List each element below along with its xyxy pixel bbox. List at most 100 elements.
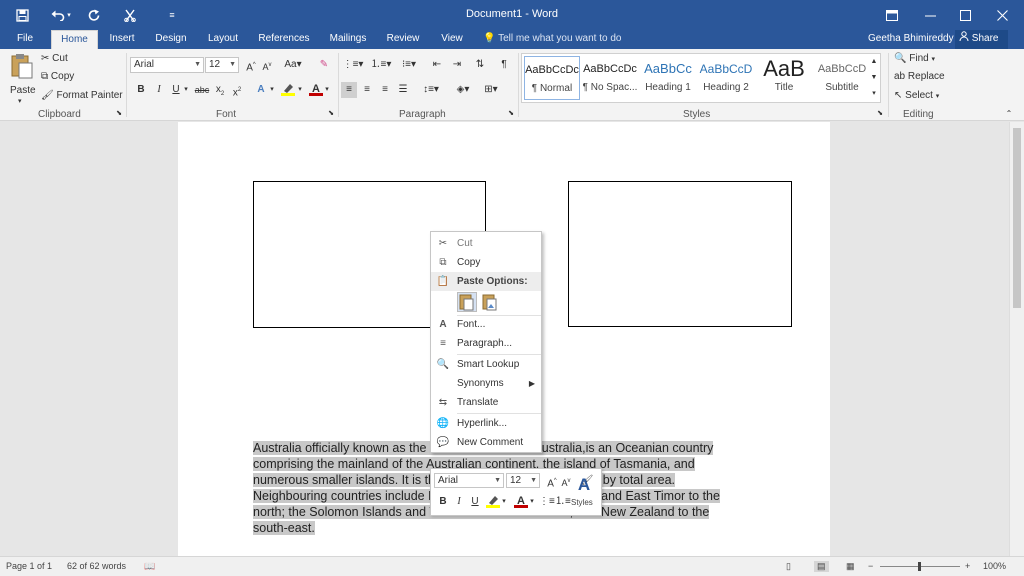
zoom-slider-thumb[interactable]	[918, 562, 921, 571]
word-count[interactable]: 62 of 62 words	[67, 561, 126, 571]
replace-button[interactable]: ab Replace	[894, 71, 945, 82]
multilevel-list-icon[interactable]: ⁝≡▾	[398, 57, 420, 73]
styles-icon[interactable]: A	[571, 474, 597, 496]
styles-launcher-icon[interactable]: ⬊	[875, 109, 885, 119]
italic-icon[interactable]: I	[151, 82, 167, 98]
highlight-dropdown-icon[interactable]: ▾	[295, 82, 305, 98]
underline-dropdown-icon[interactable]: ▾	[181, 82, 191, 98]
tab-design[interactable]: Design	[150, 30, 192, 49]
style-subtitle[interactable]: AaBbCcD Subtitle	[814, 56, 870, 100]
styles-scroll-down-icon[interactable]: ▼	[869, 70, 879, 84]
menu-item-copy[interactable]: ⧉ Copy	[431, 253, 541, 272]
font-color-dropdown-icon[interactable]: ▾	[322, 82, 332, 98]
menu-item-synonyms[interactable]: Synonyms ▶	[431, 374, 541, 393]
zoom-out-icon[interactable]: −	[868, 561, 873, 571]
strikethrough-icon[interactable]: abc	[193, 82, 211, 98]
style-heading-2[interactable]: AaBbCcD Heading 2	[698, 56, 754, 100]
numbering-icon[interactable]: ⒈≡	[555, 494, 571, 510]
scrollbar-thumb[interactable]	[1013, 128, 1021, 308]
zoom-level[interactable]: 100%	[983, 561, 1006, 571]
numbering-icon[interactable]: ⒈≡▾	[370, 57, 392, 73]
font-color-dropdown-icon[interactable]: ▾	[528, 494, 536, 510]
user-name[interactable]: Geetha Bhimireddy	[868, 30, 954, 49]
italic-icon[interactable]: I	[451, 494, 467, 510]
find-button[interactable]: 🔍 Find ▾	[894, 53, 935, 64]
close-icon[interactable]	[984, 0, 1020, 30]
subscript-icon[interactable]: x2	[212, 82, 228, 98]
highlight-icon[interactable]	[280, 82, 296, 98]
proofing-icon[interactable]: 📖	[144, 561, 155, 572]
text-effects-dropdown-icon[interactable]: ▾	[267, 82, 277, 98]
menu-item-smart-lookup[interactable]: 🔍 Smart Lookup	[431, 355, 541, 374]
bullets-icon[interactable]: ⋮≡▾	[342, 57, 364, 73]
bold-icon[interactable]: B	[435, 494, 451, 510]
tab-home[interactable]: Home	[51, 30, 98, 49]
menu-item-translate[interactable]: ⇆ Translate	[431, 393, 541, 412]
page-count[interactable]: Page 1 of 1	[6, 561, 52, 571]
menu-item-paragraph[interactable]: ≡ Paragraph...	[431, 334, 541, 353]
menu-item-font[interactable]: A Font...	[431, 315, 541, 334]
font-name-combo[interactable]: Arial ▼	[130, 57, 204, 73]
tab-references[interactable]: References	[254, 30, 314, 49]
shading-icon[interactable]: ◈▾	[452, 82, 474, 98]
underline-icon[interactable]: U	[467, 494, 483, 510]
show-formatting-marks-icon[interactable]: ¶	[496, 57, 512, 73]
copy-button[interactable]: ⧉ Copy	[41, 71, 74, 82]
share-button[interactable]: Share	[955, 30, 1008, 49]
align-right-icon[interactable]: ≡	[377, 82, 393, 98]
font-size-combo[interactable]: 12 ▼	[205, 57, 239, 73]
read-mode-icon[interactable]: ▯	[786, 561, 791, 572]
vertical-scrollbar[interactable]	[1009, 122, 1024, 556]
align-left-icon[interactable]: ≡	[341, 82, 357, 98]
font-color-icon[interactable]: A	[513, 494, 529, 510]
clipboard-launcher-icon[interactable]: ⬊	[114, 109, 124, 119]
menu-item-new-comment[interactable]: 💬 New Comment	[431, 433, 541, 452]
minimize-icon[interactable]	[912, 0, 948, 30]
zoom-in-icon[interactable]: +	[965, 561, 970, 571]
rectangle-shape[interactable]	[568, 181, 792, 327]
style-normal[interactable]: AaBbCcDc ¶ Normal	[524, 56, 580, 100]
print-layout-icon[interactable]: ▤	[814, 561, 829, 572]
style-title[interactable]: AaB Title	[756, 56, 812, 100]
grow-font-icon[interactable]: A^	[243, 57, 259, 73]
tell-me-box[interactable]: 💡 Tell me what you want to do	[483, 30, 621, 49]
increase-indent-icon[interactable]: ⇥	[449, 57, 465, 73]
borders-icon[interactable]: ⊞▾	[480, 82, 502, 98]
select-button[interactable]: ↖ Select ▾	[894, 90, 939, 101]
tab-review[interactable]: Review	[382, 30, 424, 49]
bold-icon[interactable]: B	[133, 82, 149, 98]
sort-icon[interactable]: ⇅	[472, 57, 488, 73]
styles-label[interactable]: Styles	[571, 498, 593, 507]
highlight-icon[interactable]	[485, 494, 501, 510]
styles-more-icon[interactable]: ▾	[869, 86, 879, 100]
style-no-spacing[interactable]: AaBbCcDc ¶ No Spac...	[582, 56, 638, 100]
paste-keep-source-icon[interactable]	[457, 292, 477, 312]
web-layout-icon[interactable]: ▦	[846, 561, 855, 572]
font-size-combo[interactable]: 12 ▼	[506, 473, 540, 488]
tab-mailings[interactable]: Mailings	[324, 30, 372, 49]
font-launcher-icon[interactable]: ⬊	[326, 109, 336, 119]
styles-scroll-up-icon[interactable]: ▲	[869, 54, 879, 68]
align-center-icon[interactable]: ≡	[359, 82, 375, 98]
paste-as-picture-icon[interactable]	[480, 292, 500, 312]
menu-item-hyperlink[interactable]: 🌐 Hyperlink...	[431, 414, 541, 433]
tab-view[interactable]: View	[434, 30, 470, 49]
cut-button[interactable]: ✂ Cut	[41, 53, 68, 64]
line-spacing-icon[interactable]: ↕≡▾	[420, 82, 442, 98]
bullets-icon[interactable]: ⋮≡	[539, 494, 555, 510]
tab-insert[interactable]: Insert	[104, 30, 140, 49]
format-painter-button[interactable]: 🖌 Format Painter	[41, 90, 123, 101]
maximize-icon[interactable]	[947, 0, 983, 30]
style-heading-1[interactable]: AaBbCc Heading 1	[640, 56, 696, 100]
highlight-dropdown-icon[interactable]: ▾	[500, 494, 508, 510]
change-case-icon[interactable]: Aa▾	[282, 57, 304, 73]
clear-formatting-icon[interactable]: ✎	[316, 57, 332, 73]
collapse-ribbon-icon[interactable]: ⌃	[1003, 109, 1015, 119]
menu-item-cut[interactable]: ✂ Cut	[431, 234, 541, 253]
ribbon-display-icon[interactable]	[874, 0, 910, 30]
decrease-indent-icon[interactable]: ⇤	[429, 57, 445, 73]
paragraph-launcher-icon[interactable]: ⬊	[506, 109, 516, 119]
tab-file[interactable]: File	[6, 30, 44, 49]
paste-button[interactable]: Paste ▾	[8, 53, 36, 105]
justify-icon[interactable]: ☰	[395, 82, 411, 98]
